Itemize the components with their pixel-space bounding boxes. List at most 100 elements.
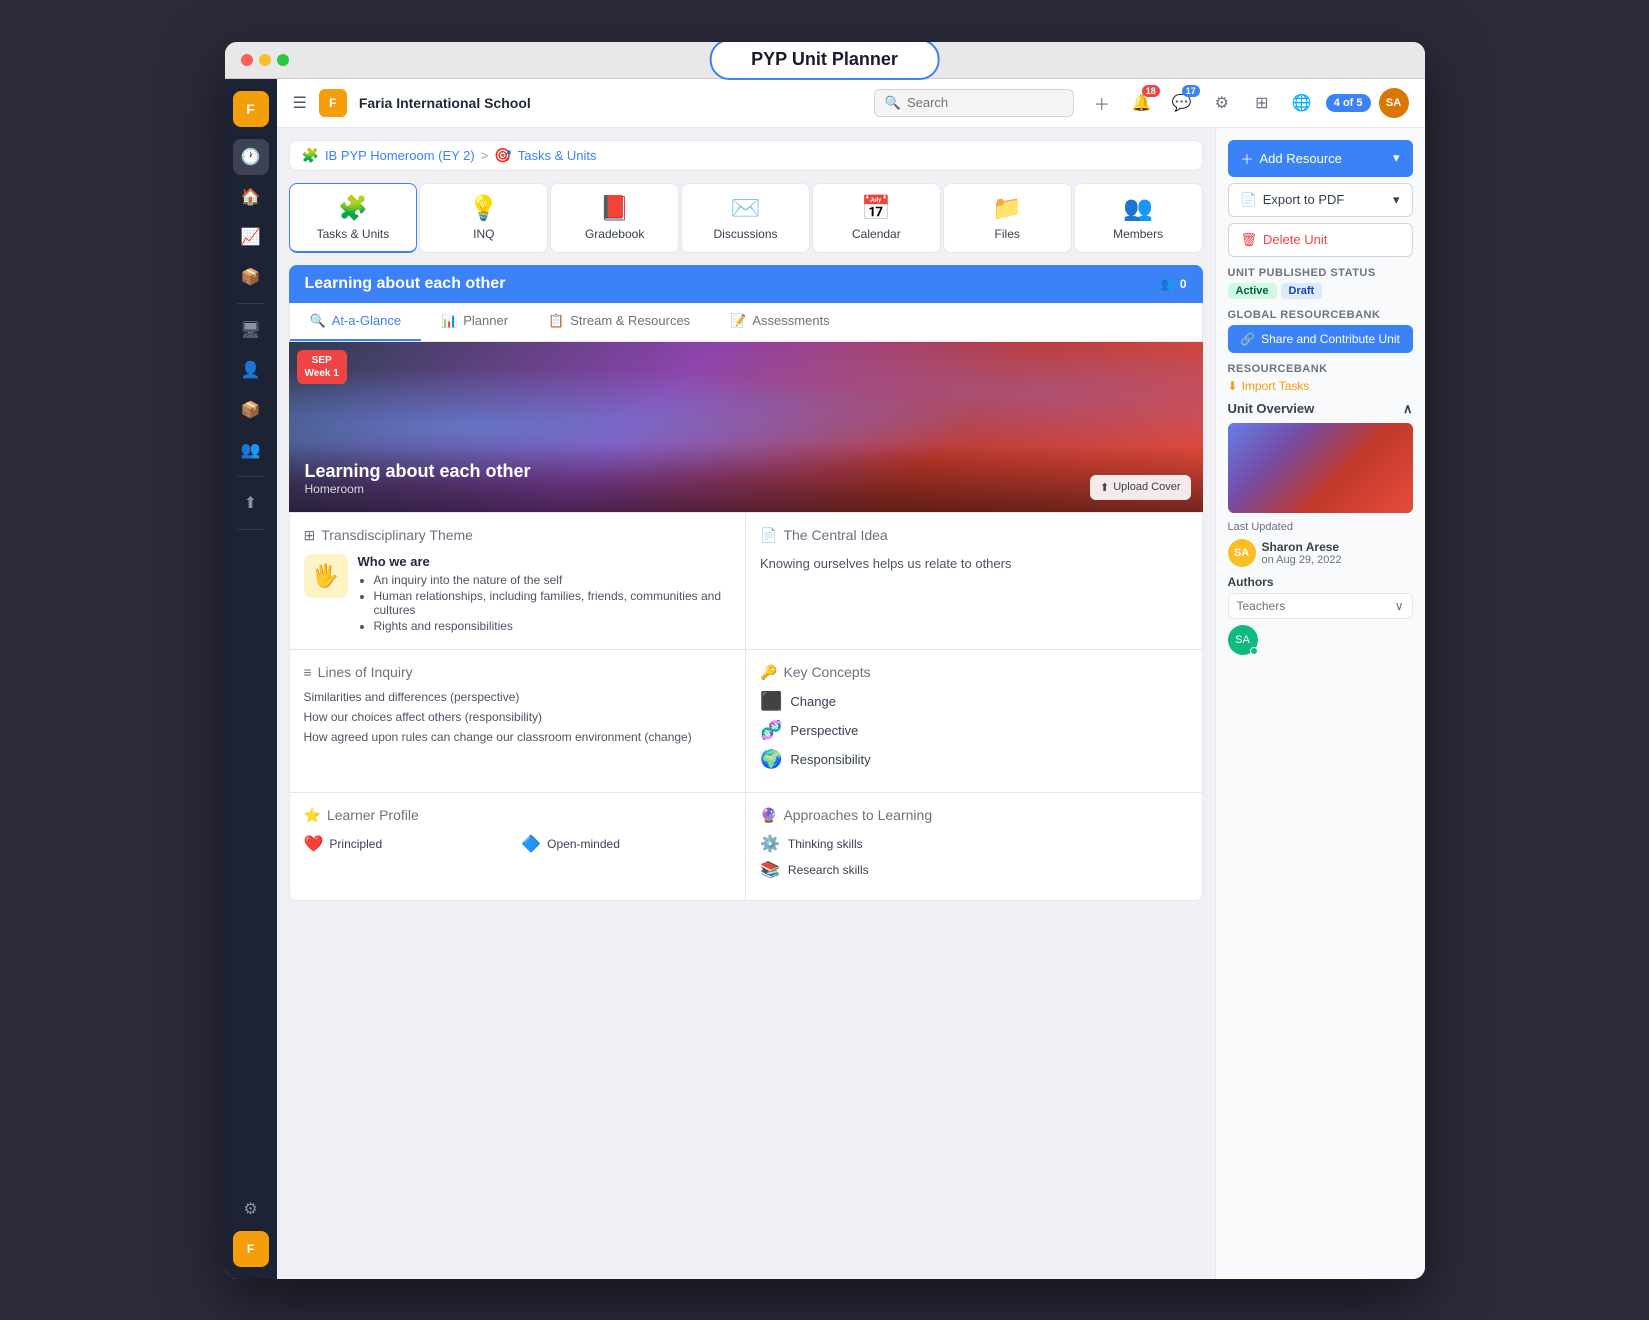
assessments-label: Assessments: [752, 313, 829, 328]
nav-label-calendar: Calendar: [852, 227, 901, 241]
planner-icon: 📊: [441, 313, 457, 329]
settings-button[interactable]: ⚙: [1206, 87, 1238, 119]
at-a-glance-icon: 🔍: [310, 313, 326, 329]
sidebar-icon-home[interactable]: 🏠: [233, 179, 269, 215]
delete-unit-button[interactable]: 🗑 Delete Unit: [1228, 223, 1413, 257]
resource-bank-label: ResourceBank: [1228, 363, 1413, 375]
sidebar-icon-upload[interactable]: ⬆: [233, 485, 269, 521]
sidebar-icon-cube[interactable]: 📦: [233, 392, 269, 428]
page-title: PYP Unit Planner: [709, 42, 940, 81]
import-tasks-label: Import Tasks: [1242, 379, 1310, 393]
globe-button[interactable]: 🌐: [1286, 87, 1318, 119]
message-badge: 17: [1182, 85, 1200, 97]
unit-nav: 🧩 Tasks & Units 💡 INQ 📕 Gradebook ✉: [289, 183, 1203, 253]
breadcrumb-part2[interactable]: Tasks & Units: [518, 148, 597, 163]
messages-button[interactable]: 💬 17: [1166, 87, 1198, 119]
nav-tasks-units[interactable]: 🧩 Tasks & Units: [289, 183, 418, 253]
top-nav: ☰ F Faria International School 🔍 ＋ 🔔 18: [277, 79, 1425, 128]
hamburger-menu[interactable]: ☰: [293, 93, 307, 113]
assessments-icon: 📝: [730, 313, 746, 329]
teachers-row[interactable]: Teachers ∨: [1228, 593, 1413, 619]
search-icon: 🔍: [885, 95, 901, 111]
thinking-icon: ⚙️: [760, 834, 780, 854]
central-idea-text: Knowing ourselves helps us relate to oth…: [760, 554, 1188, 574]
overview-header: Unit Overview ∧: [1228, 401, 1413, 417]
apps-button[interactable]: ⊞: [1246, 87, 1278, 119]
responsibility-icon: 🌍: [760, 749, 782, 770]
sidebar-icon-clock[interactable]: 🕐: [233, 139, 269, 175]
sidebar-icon-box[interactable]: 📦: [233, 259, 269, 295]
teacher-avatar-1: SA: [1228, 625, 1258, 655]
breadcrumb-part1[interactable]: IB PYP Homeroom (EY 2): [325, 148, 475, 163]
sidebar-icon-settings[interactable]: ⚙: [233, 1191, 269, 1227]
apps-icon: ⊞: [1255, 93, 1268, 113]
perspective-icon: 🧬: [760, 720, 782, 741]
upload-cover-button[interactable]: ⬆ Upload Cover: [1090, 475, 1190, 500]
add-button[interactable]: ＋: [1086, 87, 1118, 119]
sidebar-icon-screen[interactable]: 🖥: [233, 312, 269, 348]
theme-list: An inquiry into the nature of the self H…: [358, 573, 732, 633]
sidebar-divider: [237, 303, 265, 304]
sub-tab-planner[interactable]: 📊 Planner: [421, 303, 528, 341]
import-tasks-link[interactable]: ⬇ Import Tasks: [1228, 379, 1413, 393]
status-row: Active Draft: [1228, 283, 1413, 299]
inquiry-item-2: How our choices affect others (responsib…: [304, 710, 732, 724]
discussions-icon: ✉️: [731, 194, 761, 223]
chevron-down-icon: ▾: [1393, 150, 1400, 166]
nav-gradebook[interactable]: 📕 Gradebook: [550, 183, 679, 253]
nav-files[interactable]: 📁 Files: [943, 183, 1072, 253]
chevron-teachers: ∨: [1395, 599, 1404, 613]
left-panel: 🧩 IB PYP Homeroom (EY 2) > 🎯 Tasks & Uni…: [277, 128, 1215, 1279]
collapse-icon[interactable]: ∧: [1403, 401, 1413, 417]
cover-overlay: Learning about each other Homeroom: [289, 445, 1203, 512]
draft-badge: Draft: [1281, 283, 1323, 299]
nav-label-inq: INQ: [473, 227, 494, 241]
plus-icon-btn: ＋: [1241, 149, 1254, 168]
hand-icon: 🖐: [312, 563, 339, 589]
nav-inq[interactable]: 💡 INQ: [419, 183, 548, 253]
overview-image: [1228, 423, 1413, 513]
export-pdf-button[interactable]: 📄 Export to PDF ▾: [1228, 183, 1413, 217]
search-input[interactable]: [907, 95, 1063, 110]
sub-tab-assessments[interactable]: 📝 Assessments: [710, 303, 850, 341]
change-label: Change: [790, 694, 836, 709]
nav-label-members: Members: [1113, 227, 1163, 241]
theme-list-item-2: Human relationships, including families,…: [374, 589, 732, 617]
export-pdf-label: Export to PDF: [1263, 192, 1345, 207]
notifications-button[interactable]: 🔔 18: [1126, 87, 1158, 119]
nav-label-gradebook: Gradebook: [585, 227, 644, 241]
people-icon: 👥: [1161, 277, 1176, 291]
planner-label: Planner: [463, 313, 508, 328]
nav-members[interactable]: 👥 Members: [1074, 183, 1203, 253]
nav-calendar[interactable]: 📅 Calendar: [812, 183, 941, 253]
search-box[interactable]: 🔍: [874, 89, 1074, 117]
calendar-icon: 📅: [861, 194, 891, 223]
sidebar-icon-people[interactable]: 👥: [233, 432, 269, 468]
learner-profile-section: ⭐ Learner Profile ❤️ Principled 🔷: [290, 793, 746, 900]
add-resource-button[interactable]: ＋ Add Resource ▾: [1228, 140, 1413, 177]
nav-discussions[interactable]: ✉️ Discussions: [681, 183, 810, 253]
add-resource-label: Add Resource: [1260, 151, 1342, 166]
share-contribute-button[interactable]: 🔗 Share and Contribute Unit: [1228, 325, 1413, 353]
authors-header: Authors: [1228, 575, 1413, 589]
breadcrumb: 🧩 IB PYP Homeroom (EY 2) > 🎯 Tasks & Uni…: [289, 140, 1203, 171]
theme-title: Who we are: [358, 554, 732, 569]
research-label: Research skills: [788, 863, 869, 877]
notification-badge: 18: [1142, 85, 1160, 97]
sub-tab-at-a-glance[interactable]: 🔍 At-a-Glance: [290, 303, 422, 341]
sub-tab-stream[interactable]: 📋 Stream & Resources: [528, 303, 710, 341]
lines-of-inquiry-section: ≡ Lines of Inquiry Similarities and diff…: [290, 650, 746, 792]
key-concepts-header: 🔑 Key Concepts: [760, 664, 1188, 681]
avatar[interactable]: SA: [1379, 88, 1409, 118]
open-minded-label: Open-minded: [547, 837, 620, 851]
sub-tabs: 🔍 At-a-Glance 📊 Planner 📋 Stream & Resou…: [289, 303, 1203, 342]
sidebar-icon-users[interactable]: 👤: [233, 352, 269, 388]
star-icon: ⭐: [304, 807, 321, 824]
stream-label: Stream & Resources: [570, 313, 690, 328]
share-label: Share and Contribute Unit: [1261, 332, 1400, 346]
atl-section: 🔮 Approaches to Learning ⚙️ Thinking ski…: [746, 793, 1202, 900]
central-idea-header: 📄 The Central Idea: [760, 527, 1188, 544]
at-a-glance-label: At-a-Glance: [332, 313, 401, 328]
sidebar-icon-chart[interactable]: 📈: [233, 219, 269, 255]
sidebar-faria-icon[interactable]: F: [233, 1231, 269, 1267]
